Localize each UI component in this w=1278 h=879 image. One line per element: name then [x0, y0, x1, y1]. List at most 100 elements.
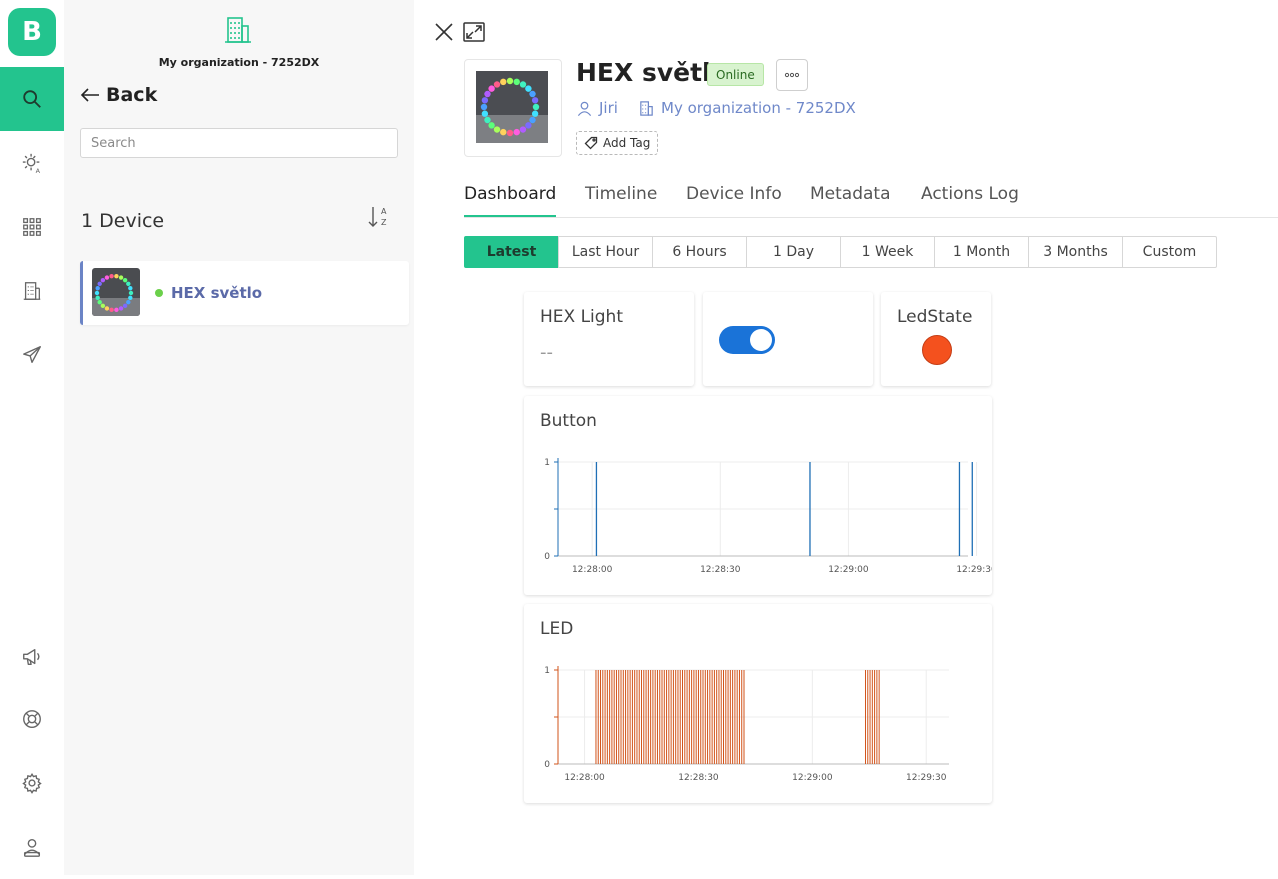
led-ring-dot: [104, 306, 110, 311]
y-tick-label: 1: [544, 458, 550, 468]
led-ring-dot: [118, 306, 124, 311]
led-ring-dot: [531, 97, 539, 104]
x-tick-label: 12:28:00: [572, 565, 613, 575]
hex-light-widget: HEX Light --: [524, 292, 694, 386]
rail-automations[interactable]: A: [0, 131, 64, 195]
led-ring-dot: [481, 110, 489, 117]
rail-templates[interactable]: [0, 195, 64, 259]
expand-icon[interactable]: [462, 20, 486, 44]
led-ring-dot: [506, 77, 514, 85]
range-1-week[interactable]: 1 Week: [840, 236, 935, 268]
range-1-day[interactable]: 1 Day: [746, 236, 841, 268]
switch-widget: [703, 292, 873, 386]
back-button[interactable]: Back: [80, 84, 157, 106]
range-1-month[interactable]: 1 Month: [934, 236, 1029, 268]
led-ring-dot: [100, 303, 106, 309]
led-ring-dot: [500, 128, 507, 136]
x-tick-label: 12:29:00: [792, 773, 833, 783]
led-ring-dot: [480, 103, 488, 111]
led-ring-dot: [525, 122, 532, 129]
time-range-selector: Latest Last Hour 6 Hours 1 Day 1 Week 1 …: [464, 236, 1217, 268]
led-ring-dot: [100, 277, 106, 283]
range-last-hour[interactable]: Last Hour: [558, 236, 653, 268]
range-custom[interactable]: Custom: [1122, 236, 1217, 268]
led-ring-dot: [488, 122, 495, 129]
device-owner[interactable]: Jiri: [576, 99, 618, 117]
led-ring-dot: [109, 273, 114, 279]
device-detail: HEX světlo Online Jiri My organization -…: [414, 0, 1278, 875]
rail-messages[interactable]: [0, 323, 64, 387]
led-ring-dot: [126, 281, 131, 287]
y-tick-label: 0: [544, 552, 550, 562]
led-ring-dot: [118, 275, 124, 280]
tab-device-info[interactable]: Device Info: [686, 184, 782, 217]
led-state-label: LedState: [897, 307, 973, 327]
add-tag-button[interactable]: Add Tag: [576, 131, 659, 155]
hex-light-value: --: [540, 342, 553, 363]
led-ring-dot: [128, 290, 134, 296]
x-tick-label: 12:29:30: [906, 773, 947, 783]
device-list-item[interactable]: HEX světlo: [80, 261, 409, 325]
x-tick-label: 12:28:30: [700, 565, 741, 575]
led-ring-dot: [128, 295, 133, 300]
device-image: [476, 71, 548, 143]
led-ring-dot: [95, 295, 100, 300]
led-ring-dot: [493, 126, 501, 133]
user-badge-icon: [23, 838, 41, 857]
rail-search[interactable]: [0, 67, 64, 131]
tab-timeline[interactable]: Timeline: [585, 184, 657, 217]
rail-organizations[interactable]: [0, 259, 64, 323]
range-latest[interactable]: Latest: [464, 236, 559, 268]
hex-light-label: HEX Light: [540, 307, 623, 327]
svg-text:Z: Z: [381, 218, 387, 227]
send-icon: [23, 346, 41, 364]
sun-auto-icon: A: [22, 153, 41, 174]
sort-az-icon[interactable]: A Z: [366, 204, 392, 230]
x-tick-label: 12:29:00: [828, 565, 869, 575]
more-options-button[interactable]: [776, 59, 808, 91]
rail-help[interactable]: [0, 687, 64, 751]
owner-name: Jiri: [599, 99, 618, 117]
led-ring-dot: [500, 78, 507, 86]
led-ring-dot: [525, 85, 532, 92]
led-ring-dot: [493, 81, 501, 88]
tag-icon: [584, 136, 598, 150]
tab-metadata[interactable]: Metadata: [810, 184, 891, 217]
range-3-months[interactable]: 3 Months: [1028, 236, 1123, 268]
led-ring-dot: [94, 290, 100, 296]
led-ring-dot: [513, 128, 520, 136]
led-ring-dot: [484, 116, 491, 124]
rail-announcements[interactable]: [0, 625, 64, 689]
range-6-hours[interactable]: 6 Hours: [652, 236, 747, 268]
tab-dashboard[interactable]: Dashboard: [464, 184, 557, 217]
led-ring-dot: [95, 286, 100, 291]
rail-settings[interactable]: [0, 751, 64, 815]
organization-building-icon: [225, 17, 251, 43]
close-icon[interactable]: [432, 20, 456, 44]
tab-actions-log[interactable]: Actions Log: [921, 184, 1019, 217]
led-indicator: [922, 335, 952, 365]
x-tick-label: 12:29:30: [956, 565, 992, 575]
led-ring-dot: [481, 97, 489, 104]
device-list-name: HEX světlo: [171, 284, 263, 302]
rail-profile[interactable]: [0, 815, 64, 879]
power-switch[interactable]: [719, 326, 775, 354]
led-ring-dot: [529, 116, 536, 124]
led-ring-dot: [114, 273, 119, 279]
led-ring-dot: [488, 85, 495, 92]
back-label: Back: [106, 84, 158, 106]
led-ring-dot: [122, 277, 128, 283]
y-tick-label: 1: [544, 666, 550, 676]
building-icon: [23, 282, 41, 300]
lifebuoy-icon: [23, 710, 41, 728]
button-chart-widget: Button 12:28:0012:28:3012:29:0012:29:301…: [524, 396, 992, 595]
button-chart: 12:28:0012:28:3012:29:0012:29:3012:30:00…: [544, 458, 992, 575]
online-status-dot: [155, 289, 163, 297]
device-organization[interactable]: My organization - 7252DX: [638, 99, 856, 117]
led-ring-dot: [104, 275, 110, 280]
y-tick-label: 0: [544, 760, 550, 770]
device-search-input[interactable]: [80, 128, 398, 158]
led-ring-dot: [519, 81, 527, 88]
led-ring-dot: [529, 90, 536, 98]
app-logo[interactable]: B: [8, 8, 56, 56]
